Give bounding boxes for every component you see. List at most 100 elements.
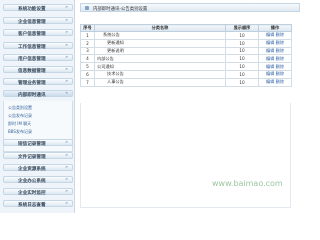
chevron-right-icon: »: [65, 201, 68, 206]
row-no: 5: [80, 62, 95, 71]
edit-link[interactable]: 编辑: [266, 79, 274, 84]
row-no: 6: [80, 69, 95, 79]
row-name-text: 更新说明: [107, 47, 124, 53]
chevron-right-icon: »: [65, 189, 68, 194]
row-no: 7: [80, 77, 95, 87]
row-name: 人事公告: [94, 77, 226, 87]
delete-link[interactable]: 删除: [276, 64, 284, 69]
row-name-text: 系统公告: [103, 32, 120, 38]
row-order: 10: [225, 38, 259, 48]
sidebar-item-enterprise-info[interactable]: 企业信息管理 »: [3, 17, 73, 25]
sidebar-item-label: 客户信息管理: [18, 31, 46, 37]
sidebar-item-erp[interactable]: 企业资源系统 »: [3, 164, 73, 172]
chevron-right-icon: »: [65, 140, 68, 145]
sidebar-item-label: 企业信息管理: [18, 19, 46, 25]
row-order: 10: [225, 62, 259, 71]
sidebar-item-user-info[interactable]: 用户信息管理 »: [3, 54, 73, 62]
row-order: 10: [225, 31, 259, 40]
chevron-right-icon: »: [65, 165, 68, 170]
sidebar-item-sms-records[interactable]: 短信记录管理 »: [3, 139, 73, 147]
delete-link[interactable]: 删除: [276, 32, 284, 37]
delete-link[interactable]: 删除: [276, 71, 284, 76]
category-table: 序号 分类名称 显示顺序 操作 1 系统公告 10 编辑 删除 2 更新通知 1…: [80, 24, 292, 87]
row-name: 系统公告: [94, 31, 226, 40]
column-header-actions: 操作: [258, 24, 292, 32]
chevron-right-icon: »: [65, 177, 68, 182]
sidebar-item-business-management[interactable]: 管理业务管理 »: [3, 78, 73, 86]
edit-link[interactable]: 编辑: [266, 48, 274, 53]
table-row: 3 更新说明 10 编辑 删除: [80, 46, 292, 56]
sidebar-item-label: 工作信息管理: [18, 44, 46, 50]
delete-link[interactable]: 删除: [276, 56, 284, 61]
row-no: 2: [80, 38, 95, 48]
row-name: 更新通知: [94, 38, 226, 48]
delete-link[interactable]: 删除: [276, 40, 284, 45]
table-empty-area: [80, 103, 291, 208]
edit-link[interactable]: 编辑: [266, 40, 274, 45]
sidebar-item-label: 企业办公系统: [18, 178, 46, 184]
edit-link[interactable]: 编辑: [266, 32, 274, 37]
row-no: 1: [80, 31, 95, 40]
row-name-text: 更新通知: [107, 40, 124, 46]
chevron-down-icon: «: [65, 91, 68, 96]
table-row: 1 系统公告 10 编辑 删除: [80, 31, 292, 40]
sidebar-item-label: 短信记录管理: [18, 141, 46, 147]
sidebar-item-customer-info[interactable]: 客户信息管理 »: [3, 29, 73, 37]
row-actions: 编辑 删除: [258, 62, 292, 71]
row-actions: 编辑 删除: [258, 38, 292, 48]
table-row: 2 更新通知 10 编辑 删除: [80, 38, 292, 48]
chevron-right-icon: »: [65, 67, 68, 72]
row-order: 10: [225, 69, 259, 79]
sidebar-item-label: 信息数据管理: [18, 68, 46, 74]
sidebar-item-system-settings[interactable]: 系统功能设置 »: [3, 4, 73, 12]
sidebar-item-internal-im[interactable]: 内部即时通讯 «: [3, 90, 73, 98]
row-name-text: 人事公告: [107, 79, 124, 85]
row-actions: 编辑 删除: [258, 46, 292, 56]
watermark: www.baimao.com: [212, 179, 283, 188]
row-name-text: 公司通知: [97, 63, 114, 69]
table-row: 6 技术公告 10 编辑 删除: [80, 69, 292, 79]
sidebar-item-monitoring[interactable]: 企业实时监控 »: [3, 188, 73, 196]
table-header-row: 序号 分类名称 显示顺序 操作: [80, 24, 292, 32]
sidebar-item-label: 文件记录管理: [18, 154, 46, 160]
sidebar-item-label: 用户信息管理: [18, 56, 46, 62]
delete-link[interactable]: 删除: [276, 79, 284, 84]
sidebar-item-system-logs[interactable]: 系统日志查看 »: [3, 200, 73, 208]
sidebar-item-data-management[interactable]: 信息数据管理 »: [3, 66, 73, 74]
row-no: 3: [80, 46, 95, 56]
row-name: 更新说明: [94, 46, 226, 56]
sidebar-item-file-records[interactable]: 文件记录管理 »: [3, 152, 73, 160]
delete-link[interactable]: 删除: [276, 48, 284, 53]
chevron-right-icon: »: [65, 79, 68, 84]
edit-link[interactable]: 编辑: [266, 64, 274, 69]
row-actions: 编辑 删除: [258, 54, 292, 64]
table-row: 5 公司通知 10 编辑 删除: [80, 62, 292, 71]
edit-link[interactable]: 编辑: [266, 56, 274, 61]
chevron-right-icon: »: [65, 43, 68, 48]
breadcrumb: 内部即时通讯-公告类别设置: [80, 3, 300, 12]
sidebar-subitem-notice-category[interactable]: 公告类别设置: [8, 105, 32, 111]
column-header-no: 序号: [80, 24, 95, 32]
table-row: 7 人事公告 10 编辑 删除: [80, 77, 292, 87]
chevron-right-icon: »: [65, 153, 68, 158]
row-name: 内部公告: [94, 54, 226, 64]
sidebar-item-label: 内部即时通讯: [18, 92, 46, 98]
row-name: 技术公告: [94, 69, 226, 79]
sidebar-subitem-bbs-records[interactable]: BBS发布记录: [8, 129, 32, 135]
row-actions: 编辑 删除: [258, 69, 292, 79]
sidebar-subitem-notice-records[interactable]: 公告发布记录: [8, 113, 32, 119]
sidebar-item-label: 系统功能设置: [18, 6, 46, 12]
sidebar-item-office[interactable]: 企业办公系统 »: [3, 176, 73, 184]
sidebar: 系统功能设置» 企业信息管理» 客户信息管理» 工作信息管理» 用户信息管理» …: [0, 0, 75, 213]
sidebar-subitem-im-chat[interactable]: 即时 IM 聊天: [8, 121, 31, 127]
sidebar-item-label: 管理业务管理: [18, 80, 46, 86]
row-name-text: 技术公告: [107, 71, 124, 77]
sidebar-item-work-info[interactable]: 工作信息管理 »: [3, 42, 73, 50]
row-order: 10: [225, 77, 259, 87]
row-name: 公司通知: [94, 62, 226, 71]
chevron-right-icon: »: [65, 5, 68, 10]
chevron-right-icon: »: [65, 30, 68, 35]
row-order: 10: [225, 46, 259, 56]
edit-link[interactable]: 编辑: [266, 71, 274, 76]
sidebar-item-label: 系统日志查看: [18, 202, 46, 208]
